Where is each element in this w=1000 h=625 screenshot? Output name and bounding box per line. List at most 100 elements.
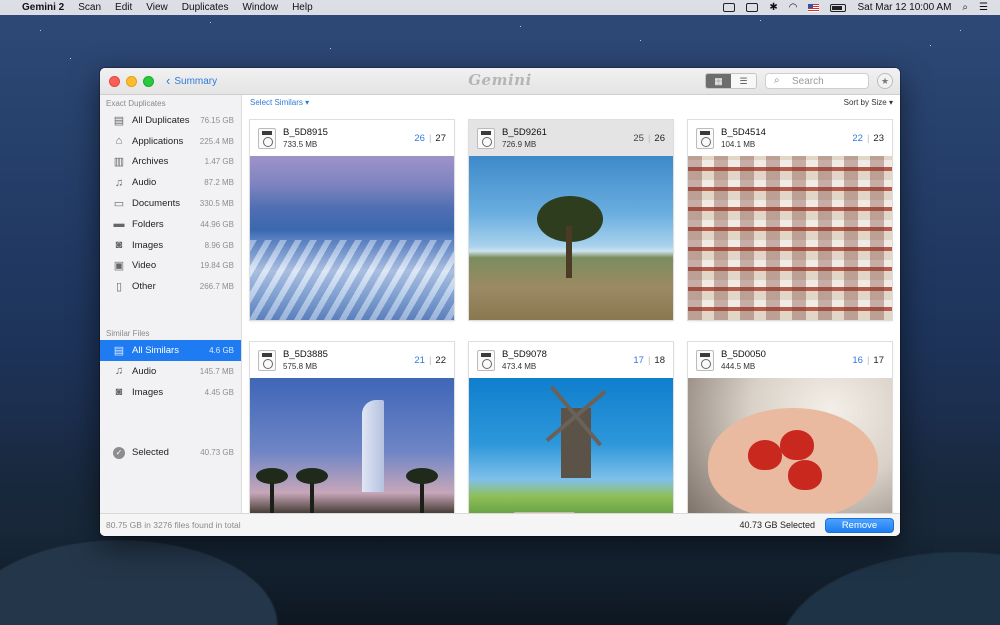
sidebar-item-label: All Duplicates (132, 114, 190, 126)
sidebar-item-size: 145.7 MB (199, 366, 234, 376)
sidebar-item-label: Documents (132, 198, 181, 210)
title-bar: ‹ Summary Gemini ▦ ☰ ⌕ Search ★ (100, 68, 900, 95)
sidebar-item-folders[interactable]: ▬ Folders 44.96 GB (100, 214, 241, 235)
image-file-icon (258, 349, 276, 371)
similar-count[interactable]: 17 | 18 (633, 355, 665, 366)
similar-count[interactable]: 21 | 22 (414, 355, 446, 366)
wifi-icon[interactable]: ◠ (789, 2, 798, 13)
file-size: 575.8 MB (283, 362, 318, 371)
minimize-window-button[interactable] (126, 75, 137, 87)
sidebar-item-all-duplicates[interactable]: ▤ All Duplicates 76.15 GB (100, 110, 241, 131)
selected-count: 25 (633, 132, 644, 144)
sidebar-item-label: All Similars (132, 345, 179, 357)
similar-count[interactable]: 26 | 27 (414, 133, 446, 144)
sidebar-item-archives[interactable]: ▥ Archives 1.47 GB (100, 152, 241, 173)
menu-window[interactable]: Window (242, 2, 278, 13)
sidebar-item-selected[interactable]: ✓ Selected 40.73 GB (100, 443, 241, 464)
menubar-clock[interactable]: Sat Mar 12 10:00 AM (857, 2, 951, 13)
sidebar-item-size: 40.73 GB (200, 448, 234, 458)
sidebar-item-similar-images[interactable]: ◙ Images 4.45 GB (100, 382, 241, 403)
sidebar-item-audio[interactable]: ♫ Audio 87.2 MB (100, 172, 241, 193)
sidebar-item-label: Video (132, 260, 157, 272)
image-card[interactable]: B_5D8915 733.5 MB 26 | 27 (250, 120, 454, 320)
grid-view-icon[interactable]: ▦ (706, 74, 731, 88)
image-thumbnail[interactable] (250, 156, 454, 320)
close-window-button[interactable] (109, 75, 120, 87)
section-title-similar: Similar Files (106, 329, 150, 339)
sidebar-item-documents[interactable]: ▭ Documents 330.5 MB (100, 193, 241, 214)
count-divider: | (866, 132, 870, 144)
image-card[interactable]: B_5D4514 104.1 MB 22 | 23 (688, 120, 892, 320)
image-card[interactable]: B_5D3885 575.8 MB 21 | 22 (250, 342, 454, 536)
list-view-icon[interactable]: ☰ (731, 74, 756, 88)
card-header: B_5D4514 104.1 MB 22 | 23 (688, 120, 892, 156)
us-flag-icon[interactable] (808, 3, 820, 12)
sidebar-item-size: 87.2 MB (204, 178, 234, 188)
file-name: B_5D9261 (502, 127, 547, 138)
sidebar-item-images[interactable]: ◙ Images 8.96 GB (100, 235, 241, 256)
image-card[interactable]: B_5D0050 444.5 MB 16 | 17 (688, 342, 892, 536)
file-size: 104.1 MB (721, 140, 756, 149)
card-header: B_5D9078 473.4 MB 17 | 18 (469, 342, 673, 378)
star-icon[interactable]: ★ (877, 73, 893, 89)
sidebar-item-similar-audio[interactable]: ♫ Audio 145.7 MB (100, 361, 241, 382)
camera-icon: ◙ (115, 386, 123, 399)
image-file-icon (477, 349, 495, 371)
similar-count[interactable]: 22 | 23 (852, 133, 884, 144)
sidebar-item-size: 266.7 MB (199, 282, 234, 292)
selected-count: 21 (414, 354, 425, 366)
total-count: 23 (873, 132, 884, 144)
total-count: 18 (654, 354, 665, 366)
menu-app-name[interactable]: Gemini 2 (22, 2, 64, 13)
card-header: B_5D0050 444.5 MB 16 | 17 (688, 342, 892, 378)
zoom-window-button[interactable] (143, 75, 154, 87)
chevron-left-icon: ‹ (166, 73, 171, 88)
back-to-summary-button[interactable]: ‹ Summary (166, 73, 217, 88)
image-file-icon (477, 127, 495, 149)
disk-icon: ▤ (113, 345, 125, 358)
card-header: B_5D9261 726.9 MB 25 | 26 (469, 120, 673, 156)
search-field[interactable]: ⌕ Search (765, 73, 869, 89)
menu-help[interactable]: Help (292, 2, 313, 13)
sidebar-item-size: 4.6 GB (209, 346, 234, 356)
music-icon: ♫ (114, 176, 124, 189)
camera-icon: ◙ (115, 239, 123, 252)
gemini-status-icon[interactable] (723, 3, 736, 12)
notification-center-icon[interactable]: ☰ (979, 2, 988, 13)
sidebar-item-similar-all-similars[interactable]: ▤ All Similars 4.6 GB (100, 340, 241, 361)
image-card[interactable]: B_5D9078 473.4 MB 17 | 18 (469, 342, 673, 536)
remove-button[interactable]: Remove (825, 517, 894, 533)
selected-total: 40.73 GB Selected (739, 520, 815, 530)
sidebar-item-size: 225.4 MB (199, 136, 234, 146)
menu-view[interactable]: View (146, 2, 168, 13)
folder-icon: ▬ (113, 218, 125, 231)
similar-count[interactable]: 16 | 17 (852, 355, 884, 366)
sort-dropdown[interactable]: Sort by Size ▾ (844, 98, 893, 107)
image-thumbnail[interactable] (469, 156, 673, 320)
menu-scan[interactable]: Scan (78, 2, 101, 13)
selected-count: 22 (852, 132, 863, 144)
sidebar-item-other[interactable]: ▯ Other 266.7 MB (100, 276, 241, 297)
image-file-icon (258, 127, 276, 149)
sidebar-item-video[interactable]: ▣ Video 19.84 GB (100, 256, 241, 277)
menu-duplicates[interactable]: Duplicates (182, 2, 229, 13)
menu-bar: Gemini 2 Scan Edit View Duplicates Windo… (0, 0, 1000, 15)
sidebar-item-applications[interactable]: ⌂ Applications 225.4 MB (100, 131, 241, 152)
document-icon: ▭ (113, 198, 125, 211)
image-card[interactable]: B_5D9261 726.9 MB 25 | 26 (469, 120, 673, 320)
similar-count[interactable]: 25 | 26 (633, 133, 665, 144)
sidebar-item-size: 330.5 MB (199, 199, 234, 209)
sidebar-item-label: Selected (132, 447, 169, 459)
selected-count: 26 (414, 132, 425, 144)
search-placeholder: Search (792, 75, 824, 87)
select-similars-dropdown[interactable]: Select Similars ▾ (250, 98, 309, 107)
battery-icon[interactable] (830, 3, 847, 12)
app-logo: Gemini (468, 71, 532, 89)
total-count: 17 (873, 354, 884, 366)
menu-edit[interactable]: Edit (115, 2, 132, 13)
bluetooth-icon[interactable]: ✱ (769, 2, 777, 13)
sidebar-item-size: 1.47 GB (204, 157, 234, 167)
spotlight-icon[interactable]: ⌕ (962, 2, 968, 13)
image-thumbnail[interactable] (688, 156, 892, 320)
airplay-icon[interactable] (746, 3, 759, 12)
